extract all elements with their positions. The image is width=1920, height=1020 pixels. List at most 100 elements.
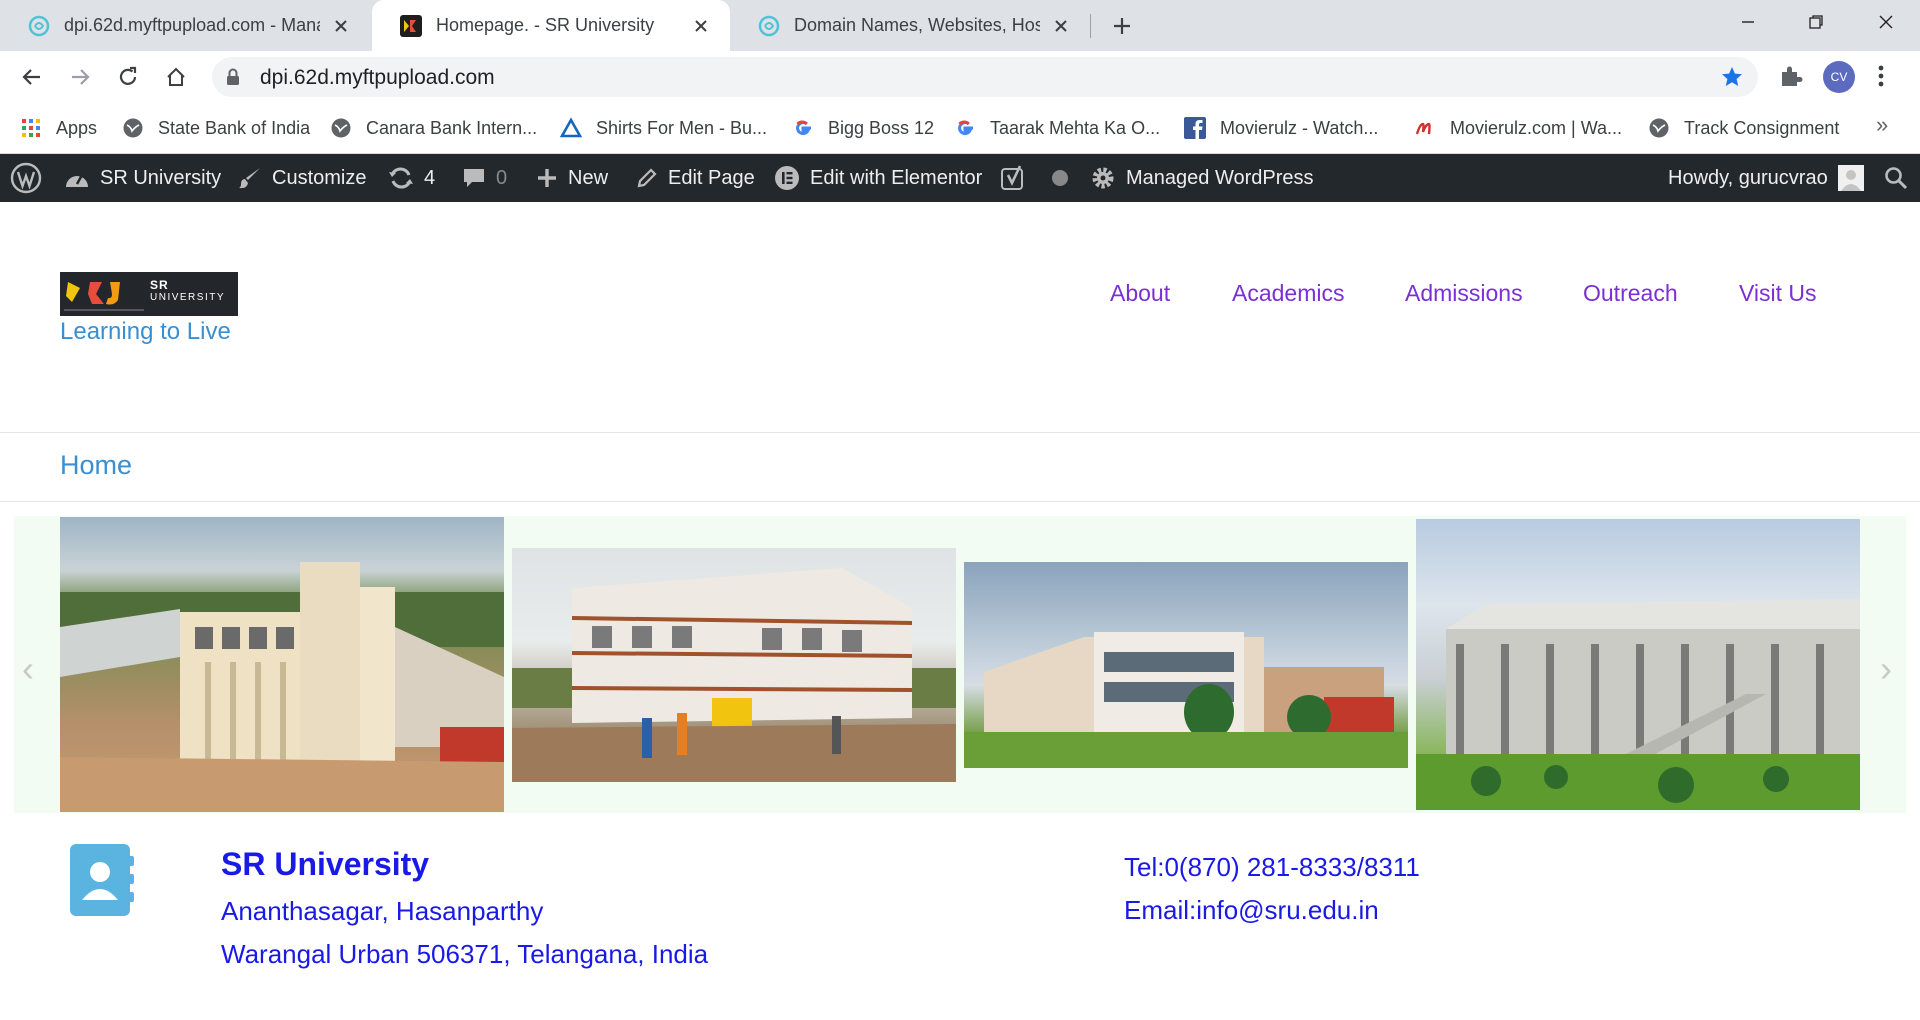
minimize-icon — [1742, 21, 1754, 23]
pencil-icon — [636, 167, 658, 189]
site-name-menu[interactable]: SR University — [64, 154, 221, 202]
nav-visit-us[interactable]: Visit Us — [1739, 280, 1817, 307]
search-icon — [1885, 167, 1908, 190]
my-account-menu[interactable]: Howdy, gurucvrao — [1668, 154, 1864, 202]
kebab-menu-icon[interactable] — [1876, 63, 1886, 94]
profile-avatar[interactable]: CV — [1823, 61, 1855, 93]
arrow-right-icon — [72, 69, 90, 85]
bookmark-apps[interactable]: Apps — [20, 115, 97, 141]
nav-academics[interactable]: Academics — [1232, 280, 1344, 307]
updates-link[interactable]: 4 — [388, 154, 435, 202]
bookmark-bigg-boss[interactable]: Bigg Boss 12 — [792, 115, 934, 141]
user-avatar — [1837, 165, 1864, 191]
url-text: dpi.62d.myftpupload.com — [260, 66, 495, 89]
browser-tab-strip: dpi.62d.myftpupload.com - Mana Homepage.… — [0, 0, 1920, 51]
nav-admissions[interactable]: Admissions — [1405, 280, 1523, 307]
updates-count: 4 — [424, 166, 436, 189]
address-bar[interactable]: dpi.62d.myftpupload.com — [212, 57, 1758, 97]
tab-separator — [1090, 14, 1091, 38]
bookmark-track[interactable]: Track Consignment — [1648, 115, 1839, 141]
bookmark-label: State Bank of India — [158, 117, 311, 138]
new-content-menu[interactable]: New — [536, 154, 608, 202]
telephone[interactable]: Tel:0(870) 281-8333/8311 — [1124, 852, 1420, 883]
tab-domain-names[interactable]: Domain Names, Websites, Hostin — [730, 0, 1090, 51]
forward-button[interactable] — [64, 61, 96, 93]
globe-icon — [1648, 117, 1670, 139]
back-button[interactable] — [16, 61, 48, 93]
nav-about[interactable]: About — [1110, 280, 1170, 307]
wp-swirl-icon — [28, 15, 50, 37]
lock-icon — [226, 68, 240, 91]
divider — [0, 501, 1920, 502]
email-link[interactable]: Email:info@sru.edu.in — [1124, 895, 1379, 926]
bookmark-label: Movierulz.com | Wa... — [1450, 117, 1623, 138]
comments-link[interactable]: 0 — [462, 154, 507, 202]
bookmark-movierulz-fb[interactable]: Movierulz - Watch... — [1184, 115, 1378, 141]
extensions-puzzle-icon[interactable] — [1778, 63, 1804, 94]
yoast-icon — [1000, 164, 1028, 192]
campus-photo-1 — [60, 517, 504, 812]
close-icon — [1879, 15, 1893, 29]
wp-logo-button[interactable] — [10, 154, 42, 202]
reload-icon — [119, 66, 137, 85]
bookmarks-overflow-button[interactable]: » — [1876, 112, 1888, 138]
address-book-icon — [68, 842, 136, 923]
close-icon[interactable] — [1050, 15, 1072, 37]
campus-photo-3 — [964, 562, 1408, 768]
logo-text-sr: SR — [150, 278, 169, 292]
managed-wordpress-menu[interactable]: Managed WordPress — [1090, 154, 1314, 202]
bookmark-shirts[interactable]: Shirts For Men - Bu... — [560, 115, 767, 141]
tab-ftp-manager[interactable]: dpi.62d.myftpupload.com - Mana — [0, 0, 370, 51]
tab-title: dpi.62d.myftpupload.com - Mana — [64, 15, 320, 35]
bookmark-canara[interactable]: Canara Bank Intern... — [330, 115, 537, 141]
admin-search-button[interactable] — [1884, 154, 1908, 202]
howdy-label: Howdy, gurucvrao — [1668, 166, 1828, 189]
arrow-left-icon — [22, 69, 40, 85]
customize-link[interactable]: Customize — [238, 154, 366, 202]
nav-outreach[interactable]: Outreach — [1583, 280, 1678, 307]
managed-wp-label: Managed WordPress — [1126, 166, 1314, 189]
google-icon — [954, 117, 976, 139]
divider — [0, 432, 1920, 433]
bookmark-sbi[interactable]: State Bank of India — [122, 115, 310, 141]
bookmark-label: Canara Bank Intern... — [366, 117, 538, 138]
bookmark-taarak[interactable]: Taarak Mehta Ka O... — [954, 115, 1160, 141]
close-window-button[interactable] — [1852, 0, 1920, 44]
edit-page-link[interactable]: Edit Page — [636, 154, 755, 202]
wordpress-logo-icon — [10, 162, 42, 194]
new-label: New — [568, 166, 609, 189]
campus-photo-4 — [1416, 519, 1860, 810]
close-icon[interactable] — [330, 15, 352, 37]
address-line-2: Warangal Urban 506371, Telangana, India — [221, 939, 709, 969]
dashboard-gauge-icon — [64, 167, 90, 189]
new-tab-button[interactable] — [1108, 12, 1136, 40]
close-icon[interactable] — [690, 15, 712, 37]
address-line-1: Ananthasagar, Hasanparthy — [221, 896, 544, 926]
bookmark-movierulz-com[interactable]: Movierulz.com | Wa... — [1414, 115, 1622, 141]
restore-button[interactable] — [1782, 0, 1850, 44]
movierulz-icon — [1414, 117, 1436, 139]
globe-icon — [122, 117, 144, 139]
tab-sr-university[interactable]: Homepage. - SR University — [372, 0, 730, 51]
wp-swirl-icon — [758, 15, 780, 37]
carousel-prev-arrow-icon[interactable]: ‹ — [22, 648, 34, 690]
reload-button[interactable] — [112, 61, 144, 93]
edit-with-elementor-link[interactable]: Edit with Elementor — [774, 154, 982, 202]
home-button[interactable] — [160, 61, 192, 93]
bookmark-label: Apps — [56, 117, 98, 138]
elementor-icon — [774, 165, 800, 191]
apps-grid-icon — [20, 117, 42, 139]
carousel-next-arrow-icon[interactable]: › — [1880, 648, 1892, 690]
home-icon — [167, 67, 185, 86]
minimize-button[interactable] — [1714, 0, 1782, 44]
sru-logo-icon — [400, 14, 422, 37]
site-logo[interactable]: SR UNIVERSITY — [60, 272, 238, 316]
campus-photo-2 — [512, 548, 956, 782]
comment-bubble-icon — [462, 166, 486, 190]
yoast-seo-menu[interactable] — [1000, 154, 1068, 202]
bookmark-star-icon[interactable] — [1720, 65, 1744, 94]
seo-status-dot-icon — [1052, 170, 1068, 186]
tab-title: Homepage. - SR University — [436, 15, 655, 35]
breadcrumb[interactable]: Home — [60, 450, 132, 481]
customize-label: Customize — [272, 166, 367, 189]
